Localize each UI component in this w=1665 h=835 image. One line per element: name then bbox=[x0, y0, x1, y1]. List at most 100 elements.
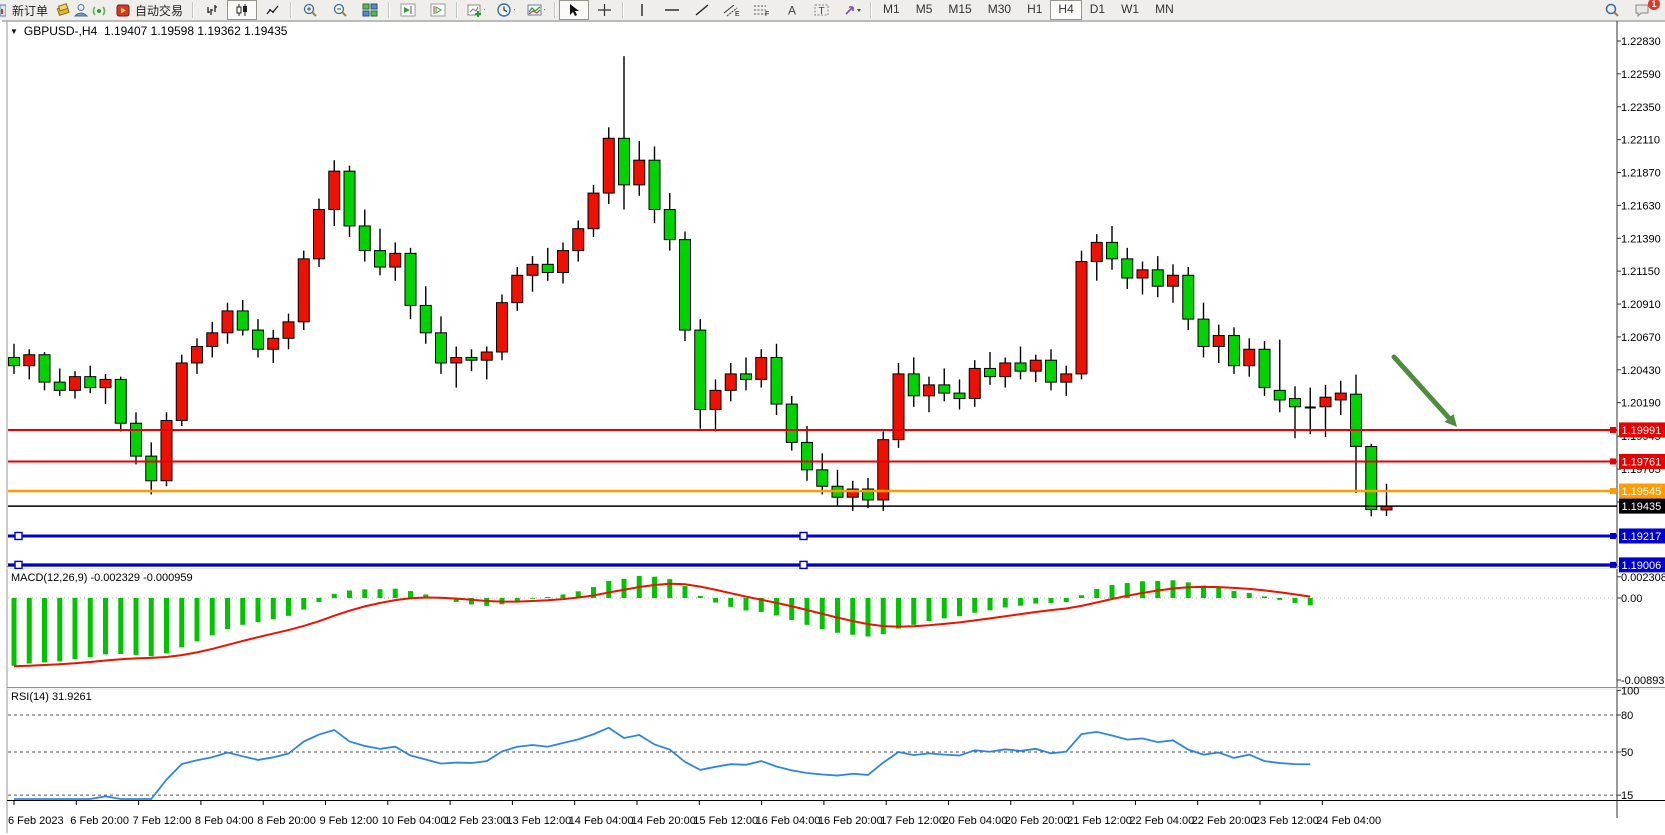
new-order-button[interactable]: 新订单 bbox=[6, 0, 54, 21]
tile-windows-icon[interactable] bbox=[355, 0, 385, 20]
chevron-down-icon[interactable]: ▼ bbox=[10, 27, 18, 36]
toolbar-separator bbox=[388, 2, 390, 18]
line-chart-icon[interactable] bbox=[257, 0, 287, 20]
line-drag-handle[interactable] bbox=[800, 532, 807, 539]
time-axis-label: 12 Feb 23:00 bbox=[444, 815, 509, 827]
price-badge-label: 1.19006 bbox=[1622, 560, 1662, 572]
crosshair-icon[interactable] bbox=[589, 0, 619, 20]
line-drag-handle[interactable] bbox=[15, 532, 22, 539]
timeframe-button-m1[interactable]: M1 bbox=[875, 0, 908, 20]
time-axis-label: 20 Feb 04:00 bbox=[943, 815, 1008, 827]
candle-bull bbox=[1076, 262, 1087, 374]
search-icon[interactable] bbox=[1597, 0, 1627, 20]
order-group: 新订单 自动交易 bbox=[0, 0, 189, 20]
candle-bear bbox=[1015, 363, 1026, 371]
candle-bull bbox=[725, 374, 736, 390]
time-axis-label: 7 Feb 12:00 bbox=[133, 815, 192, 827]
time-axis-label: 17 Feb 12:00 bbox=[880, 815, 945, 827]
timeframe-button-m15[interactable]: M15 bbox=[940, 0, 979, 20]
svg-text:E: E bbox=[735, 11, 740, 17]
candle-bear bbox=[1183, 275, 1194, 319]
candle-bear bbox=[1046, 360, 1057, 382]
price-badge-label: 1.19435 bbox=[1622, 501, 1662, 513]
chart-type-group bbox=[197, 0, 287, 20]
candle-bull bbox=[1091, 242, 1102, 261]
price-axis-label: 1.20190 bbox=[1621, 398, 1661, 410]
time-axis-label: 24 Feb 04:00 bbox=[1316, 815, 1381, 827]
toolbar-separator bbox=[456, 2, 458, 18]
rsi-axis-label: 100 bbox=[1621, 685, 1639, 697]
price-axis-label: 1.21630 bbox=[1621, 200, 1661, 212]
signals-icon[interactable] bbox=[90, 2, 108, 18]
timeframe-button-m5[interactable]: M5 bbox=[908, 0, 941, 20]
time-axis-label: 22 Feb 20:00 bbox=[1192, 815, 1257, 827]
candle-bull bbox=[314, 210, 325, 259]
auto-scroll-icon[interactable] bbox=[393, 0, 423, 20]
text-label-icon[interactable]: T bbox=[807, 0, 837, 20]
time-axis-label: 15 Feb 12:00 bbox=[693, 815, 758, 827]
candle-bull bbox=[527, 264, 538, 275]
bar-chart-icon[interactable] bbox=[197, 0, 227, 20]
horizontal-line-icon[interactable] bbox=[657, 0, 687, 20]
auto-trading-button[interactable]: 自动交易 bbox=[108, 0, 189, 21]
trendline-icon[interactable] bbox=[687, 0, 717, 20]
zoom-in-icon[interactable] bbox=[295, 0, 325, 20]
line-drag-handle[interactable] bbox=[15, 561, 22, 568]
terminal-user-icon[interactable] bbox=[72, 2, 90, 18]
cursor-icon[interactable] bbox=[559, 0, 589, 20]
timeframe-button-h1[interactable]: H1 bbox=[1019, 0, 1050, 20]
price-axis-label: 1.21870 bbox=[1621, 168, 1661, 180]
time-axis-label: 22 Feb 04:00 bbox=[1129, 815, 1194, 827]
price-axis-label: 1.20430 bbox=[1621, 365, 1661, 377]
candle-bear bbox=[695, 330, 706, 409]
time-axis-label: 8 Feb 04:00 bbox=[195, 815, 254, 827]
time-axis-label: 13 Feb 12:00 bbox=[506, 815, 571, 827]
price-axis-label: 1.22110 bbox=[1621, 135, 1660, 147]
macd-axis-label: 0.002308 bbox=[1621, 572, 1665, 584]
notifications-button[interactable]: 1 bbox=[1627, 0, 1657, 20]
vertical-line-icon[interactable] bbox=[627, 0, 657, 20]
zoom-out-icon[interactable] bbox=[325, 0, 355, 20]
candle-bull bbox=[390, 253, 401, 267]
timeframe-group: M1M5M15M30H1H4D1W1MN bbox=[875, 0, 1182, 20]
timeframe-button-d1[interactable]: D1 bbox=[1082, 0, 1113, 20]
timeframe-button-h4[interactable]: H4 bbox=[1050, 0, 1081, 20]
candle-bull bbox=[1000, 363, 1011, 377]
chart-shift-icon[interactable] bbox=[423, 0, 453, 20]
price-chart-canvas[interactable]: 1.228301.225901.223501.221101.218701.216… bbox=[0, 20, 1665, 835]
badge-pointer bbox=[1610, 427, 1616, 433]
line-drag-handle[interactable] bbox=[800, 561, 807, 568]
candle-bear bbox=[54, 382, 65, 390]
candle-bear bbox=[1198, 319, 1209, 346]
equidistant-channel-icon[interactable]: E bbox=[717, 0, 747, 20]
candle-bull bbox=[176, 363, 187, 421]
candle-bear bbox=[131, 423, 142, 456]
price-axis-label: 1.22350 bbox=[1621, 102, 1661, 114]
trend-arrow[interactable] bbox=[1394, 357, 1449, 418]
fibonacci-icon[interactable]: F bbox=[747, 0, 777, 20]
candlestick-chart-icon[interactable] bbox=[227, 0, 257, 20]
new-chart-icon[interactable] bbox=[461, 0, 491, 20]
macd-axis-label: 0.00 bbox=[1621, 593, 1642, 605]
timeframe-button-mn[interactable]: MN bbox=[1147, 0, 1182, 20]
market-depth-icon[interactable] bbox=[54, 2, 72, 18]
rsi-axis-label: 15 bbox=[1621, 790, 1633, 802]
timeframe-button-w1[interactable]: W1 bbox=[1113, 0, 1147, 20]
price-axis-label: 1.22590 bbox=[1621, 69, 1661, 81]
candle-bear bbox=[939, 385, 950, 393]
candle-bear bbox=[741, 374, 752, 379]
template-icon[interactable] bbox=[521, 0, 551, 20]
arrows-tool-icon[interactable] bbox=[837, 0, 867, 20]
period-clock-icon[interactable] bbox=[491, 0, 521, 20]
scroll-group bbox=[393, 0, 453, 20]
time-axis-label: 8 Feb 20:00 bbox=[257, 815, 316, 827]
timeframe-button-m30[interactable]: M30 bbox=[980, 0, 1019, 20]
time-axis-label: 14 Feb 04:00 bbox=[569, 815, 634, 827]
candle-bull bbox=[298, 259, 309, 322]
candle-bull bbox=[1335, 393, 1346, 400]
candle-bear bbox=[664, 210, 675, 240]
toolbar-separator bbox=[870, 2, 872, 18]
candle-bear bbox=[1229, 336, 1240, 366]
toolbar-separator bbox=[622, 2, 624, 18]
text-tool-icon[interactable]: A bbox=[777, 0, 807, 20]
